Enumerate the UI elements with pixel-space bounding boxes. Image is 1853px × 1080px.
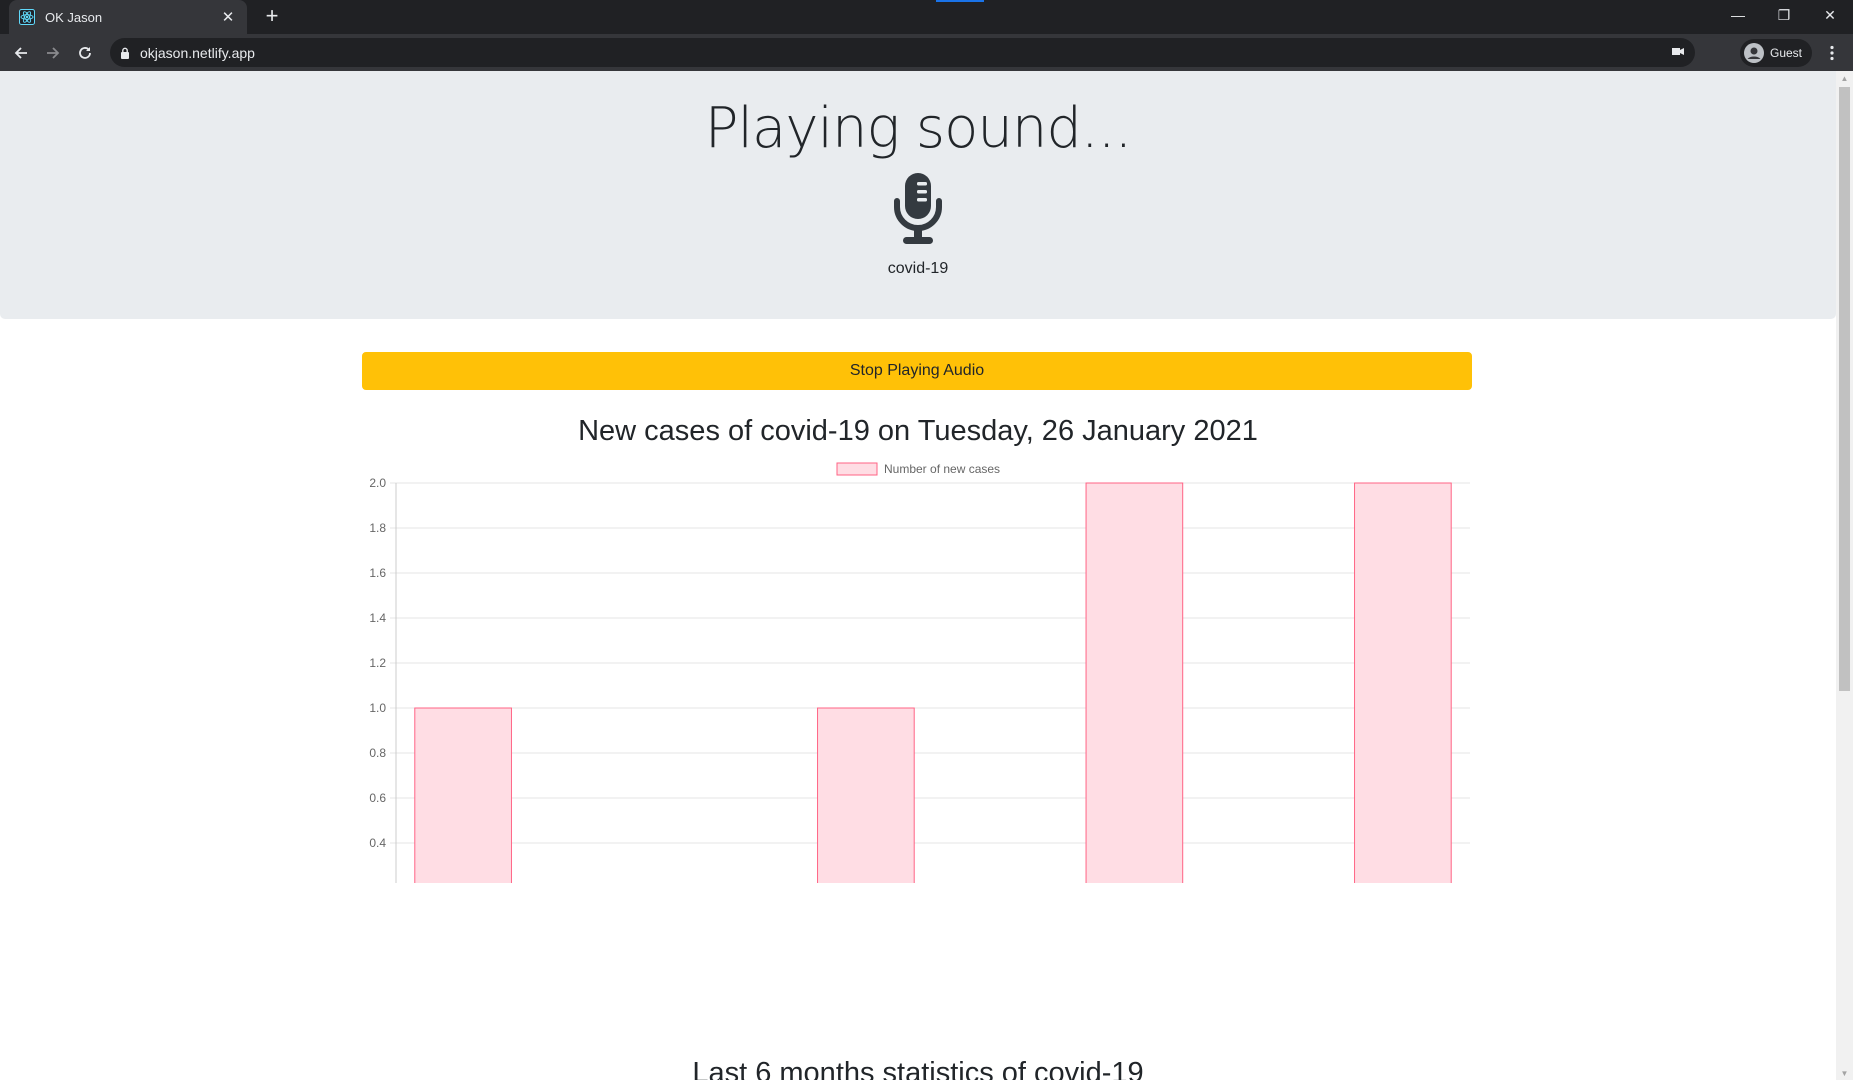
- keyword-caption: covid-19: [887, 260, 949, 277]
- react-favicon-icon: [19, 9, 35, 25]
- scroll-thumb[interactable]: [1839, 87, 1850, 691]
- y-tick-label: 1.6: [369, 566, 386, 580]
- browser-toolbar: okjason.netlify.app Guest: [0, 34, 1853, 71]
- arrow-left-icon: [14, 47, 27, 59]
- scroll-down-icon[interactable]: ▼: [1836, 1066, 1853, 1080]
- tab-strip-indicator: [936, 0, 984, 2]
- account-icon: [1744, 43, 1764, 63]
- y-tick-label: 0.2: [369, 881, 386, 883]
- bar-nsw: [1085, 482, 1184, 883]
- lock-icon: [120, 47, 130, 59]
- more-vert-icon: [1830, 45, 1834, 61]
- bar-vic: [817, 707, 915, 883]
- back-button[interactable]: [7, 40, 35, 66]
- chart-title: New cases of covid-19 on Tuesday, 26 Jan…: [578, 415, 1258, 447]
- y-tick-label: 2.0: [369, 476, 386, 490]
- y-tick-label: 0.8: [369, 746, 386, 760]
- scroll-up-icon[interactable]: ▲: [1836, 71, 1853, 85]
- bar-qld: [414, 707, 512, 883]
- close-window-button[interactable]: ✕: [1807, 0, 1853, 30]
- y-tick-label: 1.8: [369, 521, 386, 535]
- url-text: okjason.netlify.app: [140, 44, 255, 61]
- arrow-right-icon: [47, 47, 60, 59]
- page-viewport: Playing sound... covid-19 Stop Playing A…: [0, 71, 1836, 1080]
- y-tick-label: 1.0: [369, 701, 386, 715]
- page-scrollbar[interactable]: ▲ ▼: [1836, 71, 1853, 1080]
- legend-label: Number of new cases: [884, 462, 1000, 476]
- microphone-icon: [894, 173, 942, 244]
- jumbotron: Playing sound... covid-19: [0, 71, 1836, 319]
- restore-button[interactable]: ❐: [1761, 0, 1807, 30]
- reload-icon: [79, 47, 91, 59]
- reload-button[interactable]: [71, 40, 99, 66]
- y-tick-label: 1.4: [369, 611, 386, 625]
- y-tick-label: 1.2: [369, 656, 386, 670]
- legend-swatch: [836, 462, 878, 476]
- tab-close-icon[interactable]: ✕: [219, 8, 237, 26]
- camera-icon[interactable]: [1671, 44, 1685, 63]
- tab-title: OK Jason: [45, 9, 103, 25]
- profile-name: Guest: [1770, 46, 1803, 60]
- profile-button[interactable]: Guest: [1740, 39, 1813, 67]
- y-tick-label: 0.6: [369, 791, 386, 805]
- browser-menu-button[interactable]: [1822, 40, 1842, 66]
- page-title: Playing sound...: [704, 96, 1133, 161]
- bar-wa: [1354, 482, 1452, 883]
- stop-audio-button[interactable]: Stop Playing Audio: [362, 352, 1472, 390]
- minimize-button[interactable]: —: [1715, 0, 1761, 30]
- new-cases-bar-chart: Number of new cases00.20.40.60.81.01.21.…: [369, 462, 1470, 883]
- new-tab-button[interactable]: +: [260, 5, 284, 29]
- browser-tab[interactable]: OK Jason ✕: [9, 0, 247, 34]
- address-bar[interactable]: okjason.netlify.app: [110, 38, 1695, 67]
- forward-button[interactable]: [39, 40, 67, 66]
- section-title-last-6-months: Last 6 months statistics of covid-19: [692, 1057, 1144, 1080]
- y-tick-label: 0.4: [369, 836, 386, 850]
- browser-tab-strip: OK Jason ✕ + — ❐ ✕: [0, 0, 1853, 34]
